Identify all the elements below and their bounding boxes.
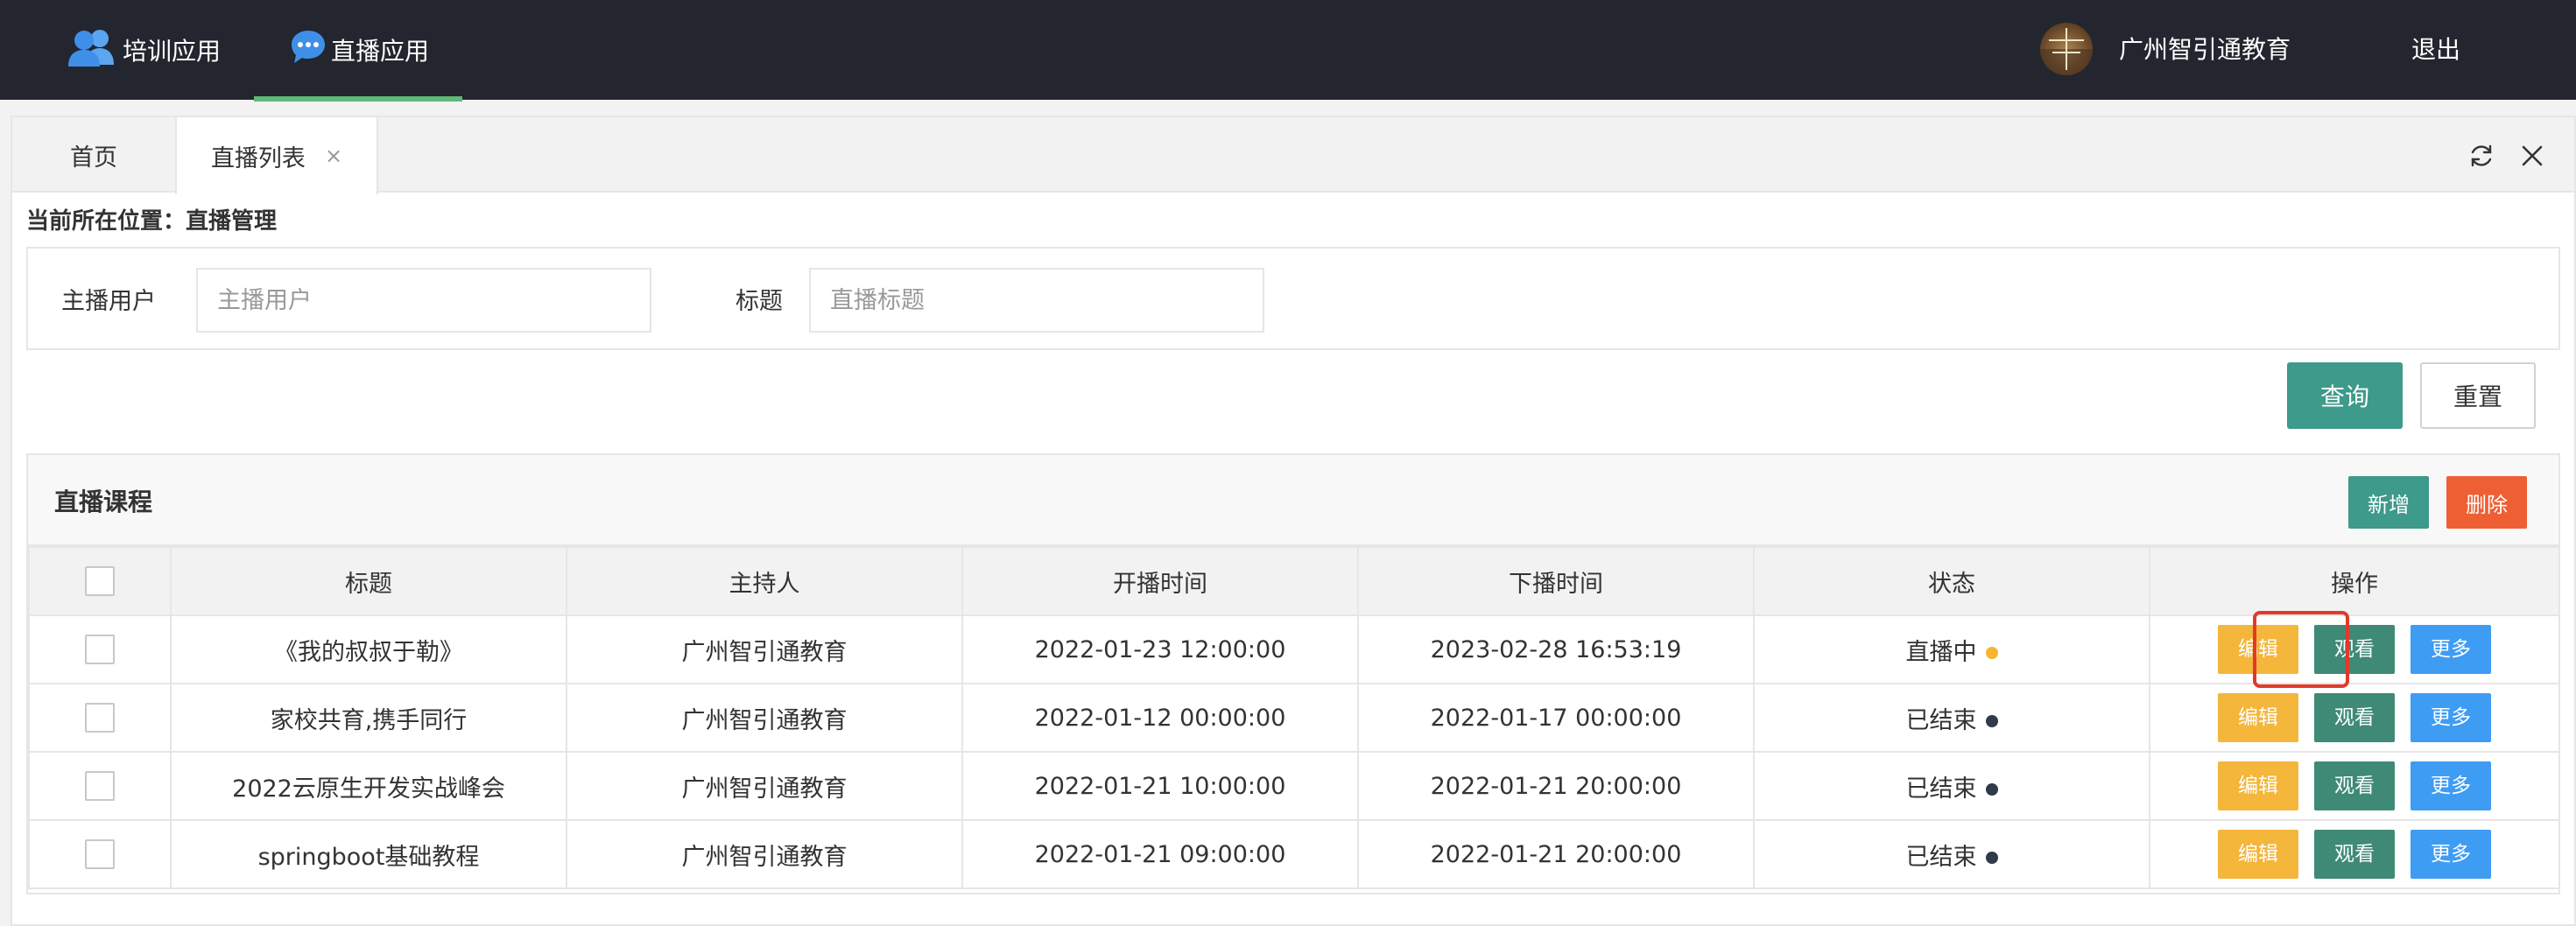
host-filter-label: 主播用户 bbox=[61, 287, 156, 315]
more-button[interactable]: 更多 bbox=[2411, 761, 2491, 810]
nav-training-apps[interactable]: 培训应用 bbox=[65, 0, 221, 100]
refresh-icon[interactable] bbox=[2464, 138, 2499, 173]
row-select-cell bbox=[28, 683, 172, 753]
row-checkbox[interactable] bbox=[85, 635, 115, 664]
tab-close-icon[interactable]: × bbox=[325, 144, 342, 168]
status-text: 直播中 bbox=[1905, 638, 1977, 666]
live-course-table: 标题 主持人 开播时间 下播时间 状态 操作 《我的叔叔于勒》 广州智引通教育 … bbox=[28, 546, 2560, 889]
tab-live-list[interactable]: 直播列表 × bbox=[175, 117, 378, 194]
nav-live-label: 直播应用 bbox=[331, 37, 430, 66]
add-button[interactable]: 新增 bbox=[2348, 476, 2429, 529]
reset-button[interactable]: 重置 bbox=[2420, 362, 2536, 429]
table-row: springboot基础教程 广州智引通教育 2022-01-21 09:00:… bbox=[28, 819, 2560, 889]
tab-bar: 首页 直播列表 × bbox=[12, 117, 2574, 194]
table-row: 2022云原生开发实战峰会 广州智引通教育 2022-01-21 10:00:0… bbox=[28, 751, 2560, 821]
cell-title: 2022云原生开发实战峰会 bbox=[170, 751, 567, 821]
cell-end-time: 2022-01-21 20:00:00 bbox=[1357, 751, 1755, 821]
row-checkbox[interactable] bbox=[85, 703, 115, 733]
main-panel: 首页 直播列表 × 当前所在位置：直播管理 主播用户 标题 查询 重置 bbox=[11, 116, 2576, 926]
view-button[interactable]: 观看 bbox=[2314, 625, 2395, 674]
query-button[interactable]: 查询 bbox=[2287, 362, 2403, 429]
delete-button[interactable]: 删除 bbox=[2446, 476, 2527, 529]
tab-home[interactable]: 首页 bbox=[12, 117, 175, 193]
status-text: 已结束 bbox=[1905, 775, 1977, 803]
edit-button[interactable]: 编辑 bbox=[2218, 761, 2298, 810]
cell-actions: 编辑 观看 更多 bbox=[2149, 751, 2560, 821]
table-header-row: 标题 主持人 开播时间 下播时间 状态 操作 bbox=[28, 546, 2560, 616]
cell-title: 《我的叔叔于勒》 bbox=[170, 614, 567, 684]
cell-end-time: 2022-01-21 20:00:00 bbox=[1357, 819, 1755, 889]
status-dot-icon bbox=[1985, 783, 1998, 796]
cell-host: 广州智引通教育 bbox=[566, 683, 963, 753]
top-header: 培训应用 直播应用 广州智引通教育 退出 bbox=[0, 0, 2576, 102]
more-button[interactable]: 更多 bbox=[2411, 693, 2491, 742]
view-button[interactable]: 观看 bbox=[2314, 761, 2395, 810]
row-checkbox[interactable] bbox=[85, 771, 115, 801]
table-toolbar: 直播课程 新增 删除 bbox=[28, 455, 2558, 546]
table-row: 家校共育,携手同行 广州智引通教育 2022-01-12 00:00:00 20… bbox=[28, 683, 2560, 753]
row-select-cell bbox=[28, 751, 172, 821]
status-dot-icon bbox=[1985, 852, 1998, 864]
cell-status: 已结束 bbox=[1753, 819, 2150, 889]
cell-status: 已结束 bbox=[1753, 751, 2150, 821]
user-name[interactable]: 广州智引通教育 bbox=[2119, 0, 2291, 96]
cell-actions: 编辑 观看 更多 bbox=[2149, 683, 2560, 753]
more-button[interactable]: 更多 bbox=[2411, 830, 2491, 879]
cell-end-time: 2023-02-28 16:53:19 bbox=[1357, 614, 1755, 684]
row-select-cell bbox=[28, 614, 172, 684]
nav-live-apps[interactable]: 直播应用 bbox=[254, 0, 462, 100]
cell-host: 广州智引通教育 bbox=[566, 819, 963, 889]
table-title: 直播课程 bbox=[54, 488, 153, 516]
cell-actions: 编辑 观看 更多 bbox=[2149, 819, 2560, 889]
edit-button[interactable]: 编辑 bbox=[2218, 693, 2298, 742]
status-text: 已结束 bbox=[1905, 843, 1977, 871]
cell-status: 直播中 bbox=[1753, 614, 2150, 684]
view-button[interactable]: 观看 bbox=[2314, 830, 2395, 879]
avatar[interactable] bbox=[2040, 23, 2093, 75]
cell-actions: 编辑 观看 更多 bbox=[2149, 611, 2560, 688]
live-course-table-panel: 直播课程 新增 删除 标题 主持人 开播时间 下播时间 状态 操作 《我的叔叔于… bbox=[26, 453, 2560, 894]
tab-live-list-label: 直播列表 bbox=[210, 144, 306, 172]
title-filter-label: 标题 bbox=[735, 287, 783, 315]
cell-start-time: 2022-01-23 12:00:00 bbox=[961, 614, 1359, 684]
cell-host: 广州智引通教育 bbox=[566, 751, 963, 821]
select-all-cell bbox=[28, 546, 172, 616]
host-search-input[interactable] bbox=[196, 268, 651, 333]
close-all-icon[interactable] bbox=[2515, 138, 2550, 173]
table-row: 《我的叔叔于勒》 广州智引通教育 2022-01-23 12:00:00 202… bbox=[28, 611, 2560, 688]
row-select-cell bbox=[28, 819, 172, 889]
view-button[interactable]: 观看 bbox=[2314, 693, 2395, 742]
chat-bubble-icon bbox=[289, 28, 331, 73]
cell-start-time: 2022-01-21 10:00:00 bbox=[961, 751, 1359, 821]
cell-title: 家校共育,携手同行 bbox=[170, 683, 567, 753]
cell-start-time: 2022-01-12 00:00:00 bbox=[961, 683, 1359, 753]
users-icon bbox=[65, 28, 123, 73]
cell-status: 已结束 bbox=[1753, 683, 2150, 753]
active-nav-indicator bbox=[254, 96, 462, 102]
tab-home-label: 首页 bbox=[70, 144, 117, 172]
cell-end-time: 2022-01-17 00:00:00 bbox=[1357, 683, 1755, 753]
status-dot-icon bbox=[1985, 647, 1998, 659]
cell-host: 广州智引通教育 bbox=[566, 614, 963, 684]
title-search-input[interactable] bbox=[809, 268, 1264, 333]
edit-button[interactable]: 编辑 bbox=[2218, 830, 2298, 879]
edit-button[interactable]: 编辑 bbox=[2218, 625, 2298, 674]
select-all-checkbox[interactable] bbox=[85, 566, 115, 596]
search-form: 主播用户 标题 bbox=[26, 247, 2560, 350]
status-text: 已结束 bbox=[1905, 706, 1977, 734]
logout-link[interactable]: 退出 bbox=[2411, 0, 2460, 96]
nav-training-label: 培训应用 bbox=[123, 37, 222, 66]
row-checkbox[interactable] bbox=[85, 839, 115, 869]
breadcrumb: 当前所在位置：直播管理 bbox=[26, 208, 278, 235]
column-header-end[interactable]: 下播时间 bbox=[1357, 546, 1755, 616]
column-header-title[interactable]: 标题 bbox=[170, 546, 567, 616]
column-header-actions: 操作 bbox=[2149, 546, 2560, 616]
cell-start-time: 2022-01-21 09:00:00 bbox=[961, 819, 1359, 889]
column-header-host[interactable]: 主持人 bbox=[566, 546, 963, 616]
more-button[interactable]: 更多 bbox=[2411, 625, 2491, 674]
column-header-status[interactable]: 状态 bbox=[1753, 546, 2150, 616]
cell-title: springboot基础教程 bbox=[170, 819, 567, 889]
status-dot-icon bbox=[1985, 715, 1998, 727]
column-header-start[interactable]: 开播时间 bbox=[961, 546, 1359, 616]
